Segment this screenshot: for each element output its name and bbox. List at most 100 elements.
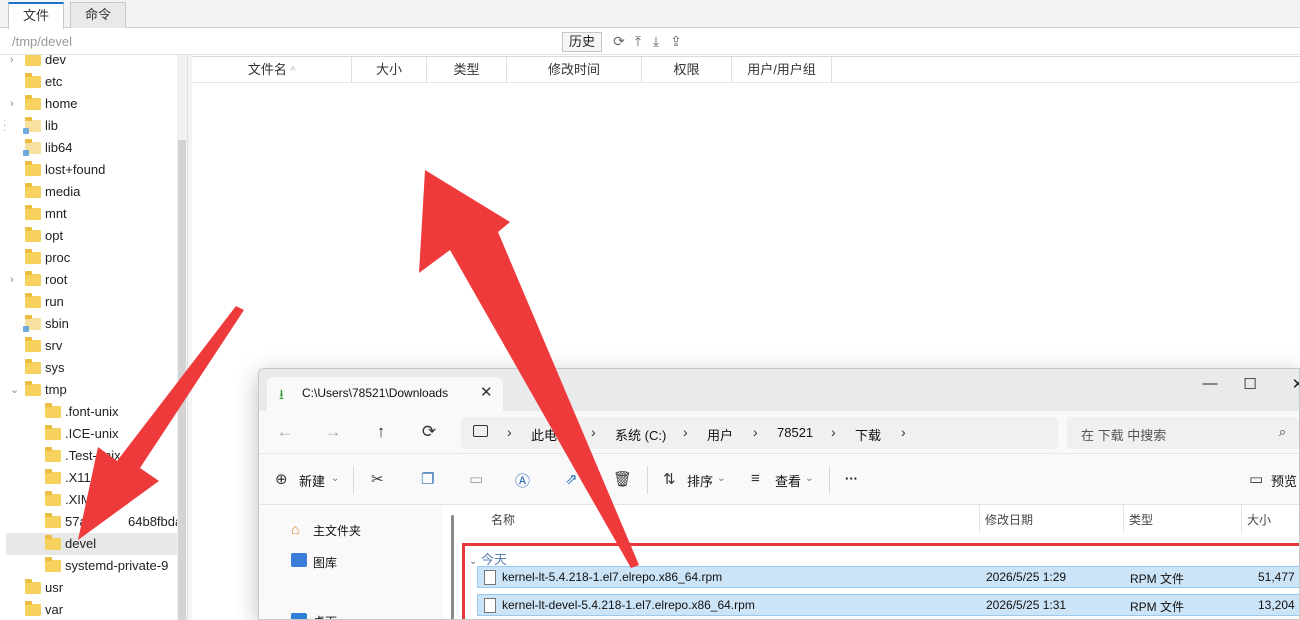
share-icon[interactable]: ⇗ — [565, 470, 578, 488]
column-header-modified[interactable]: 修改时间 — [507, 57, 642, 83]
column-header-type[interactable]: 类型 — [1129, 511, 1153, 528]
tree-scrollbar-thumb[interactable] — [178, 140, 186, 620]
tree-item[interactable]: .ICE-unix — [0, 423, 177, 445]
tree-item[interactable]: .Test-unix — [0, 445, 177, 467]
tree-item[interactable]: run — [0, 291, 177, 313]
explorer-tab[interactable]: ⭳ C:\Users\78521\Downloads ✕ — [267, 377, 503, 411]
tab-commands[interactable]: 命令 — [70, 2, 127, 28]
tree-item[interactable]: ⌄ tmp — [0, 379, 177, 401]
tree-item[interactable]: media — [0, 181, 177, 203]
column-header-type[interactable]: 类型 — [427, 57, 507, 83]
tree-item[interactable]: proc — [0, 247, 177, 269]
up-directory-icon[interactable]: ⤒ — [630, 33, 646, 49]
sort-button[interactable]: 排序 — [687, 471, 713, 490]
history-button[interactable]: 历史 — [562, 32, 603, 52]
column-divider[interactable] — [1123, 505, 1124, 533]
column-divider[interactable] — [1241, 505, 1242, 533]
tree-item[interactable]: devel — [6, 533, 177, 555]
breadcrumb-user[interactable]: 78521 — [777, 425, 813, 440]
maximize-icon[interactable]: ☐ — [1235, 375, 1265, 393]
file-row[interactable]: kernel-lt-5.4.218-1.el7.elrepo.x86_64.rp… — [477, 566, 1299, 588]
navigation-pane-scrollbar[interactable] — [451, 515, 454, 619]
delete-icon[interactable]: 🗑 — [613, 470, 632, 488]
tree-item[interactable]: › root — [0, 269, 177, 291]
tree-item[interactable]: systemd-private-9 — [0, 555, 177, 577]
splitter-grip[interactable]: · · · — [3, 116, 6, 136]
download-icon[interactable]: ⤓ — [648, 33, 664, 49]
cut-icon[interactable]: ✂ — [371, 470, 384, 488]
back-icon[interactable]: ← — [275, 422, 295, 442]
tree-item[interactable]: mnt — [0, 203, 177, 225]
chevron-down-icon[interactable]: ⌄ — [331, 473, 339, 484]
breadcrumb-system-c[interactable]: 系统 (C:) — [615, 425, 666, 444]
tree-item[interactable]: .font-unix — [0, 401, 177, 423]
file-row[interactable]: kernel-lt-devel-5.4.218-1.el7.elrepo.x86… — [477, 594, 1299, 616]
tree-item[interactable]: › dev — [0, 55, 177, 71]
column-header-owner[interactable]: 用户/用户组 — [732, 57, 832, 83]
new-button[interactable]: 新建 — [299, 471, 325, 490]
chevron-right-icon[interactable]: › — [10, 93, 20, 115]
close-tab-icon[interactable]: ✕ — [480, 383, 493, 401]
tree-item[interactable]: .XIM — [0, 489, 177, 511]
chevron-right-icon[interactable]: › — [901, 424, 906, 440]
tree-item[interactable]: .X11 — [0, 467, 177, 489]
chevron-right-icon[interactable]: › — [10, 269, 20, 291]
rename-icon[interactable]: Ⓐ — [515, 470, 530, 491]
tree-item[interactable]: srv — [0, 335, 177, 357]
tree-item[interactable]: lib — [0, 115, 177, 137]
tree-item[interactable]: var — [0, 599, 177, 620]
current-path[interactable]: /tmp/devel — [12, 34, 72, 49]
chevron-down-icon[interactable]: ⌄ — [805, 473, 813, 484]
preview-button[interactable]: 预览 — [1271, 471, 1297, 490]
refresh-icon[interactable]: ⟳ — [419, 422, 439, 442]
tree-item[interactable]: etc — [0, 71, 177, 93]
tree-item[interactable]: lib64 — [0, 137, 177, 159]
breadcrumb-this-pc[interactable]: 此电 — [531, 425, 557, 444]
column-header-size[interactable]: 大小 — [1247, 511, 1271, 528]
upload-icon[interactable]: ⇪ — [668, 33, 684, 49]
breadcrumb-downloads[interactable]: 下载 — [855, 425, 881, 444]
toolbar-divider — [647, 466, 648, 494]
tree-item[interactable]: usr — [0, 577, 177, 599]
copy-icon[interactable]: ❐ — [421, 470, 434, 488]
chevron-right-icon[interactable]: › — [683, 424, 688, 440]
column-divider[interactable] — [979, 505, 980, 533]
tree-item[interactable]: lost+found — [0, 159, 177, 181]
view-button[interactable]: 查看 — [775, 471, 801, 490]
chevron-down-icon[interactable]: ⌄ — [717, 473, 725, 484]
search-box[interactable]: 在 下载 中搜索 ⌕ — [1067, 417, 1299, 449]
new-icon[interactable]: ⊕ — [275, 470, 288, 488]
column-header-name[interactable]: 名称 — [491, 511, 515, 528]
nav-item-gallery[interactable]: 图库 — [313, 554, 337, 571]
view-icon[interactable]: ≡ — [751, 470, 760, 487]
column-header-date-modified[interactable]: 修改日期 — [985, 511, 1033, 528]
chevron-right-icon[interactable]: › — [591, 424, 596, 440]
tree-item[interactable]: sbin — [0, 313, 177, 335]
preview-icon[interactable]: ▭ — [1249, 470, 1263, 488]
tree-item[interactable]: › home — [0, 93, 177, 115]
chevron-right-icon[interactable]: › — [507, 424, 512, 440]
more-options-button[interactable]: ··· — [845, 471, 858, 486]
paste-icon[interactable]: ▭ — [469, 470, 483, 488]
breadcrumb-users[interactable]: 用户 — [707, 425, 733, 444]
column-header-name[interactable]: 文件名 ^ — [192, 57, 352, 83]
column-header-permissions[interactable]: 权限 — [642, 57, 732, 83]
nav-item-home[interactable]: 主文件夹 — [313, 522, 361, 539]
close-window-icon[interactable]: ✕ — [1283, 375, 1299, 393]
tab-files[interactable]: 文件 — [8, 2, 65, 29]
chevron-right-icon[interactable]: › — [831, 424, 836, 440]
nav-item-desktop[interactable]: 桌面 — [313, 613, 337, 619]
forward-icon[interactable]: → — [323, 422, 343, 442]
up-icon[interactable]: ↑ — [371, 422, 391, 442]
tree-item[interactable]: 57a 64b8fbda — [0, 511, 182, 533]
column-header-size[interactable]: 大小 — [352, 57, 427, 83]
refresh-icon[interactable]: ⟳ — [611, 33, 627, 49]
chevron-right-icon[interactable]: › — [10, 55, 20, 71]
chevron-down-icon[interactable]: ⌄ — [10, 379, 20, 401]
chevron-right-icon[interactable]: › — [753, 424, 758, 440]
address-bar[interactable]: › 此电 › 系统 (C:) › 用户 › 78521 › 下载 › — [461, 417, 1058, 449]
tree-item[interactable]: sys — [0, 357, 177, 379]
sort-icon[interactable]: ⇅ — [663, 470, 676, 488]
minimize-icon[interactable]: — — [1195, 375, 1225, 392]
tree-item[interactable]: opt — [0, 225, 177, 247]
